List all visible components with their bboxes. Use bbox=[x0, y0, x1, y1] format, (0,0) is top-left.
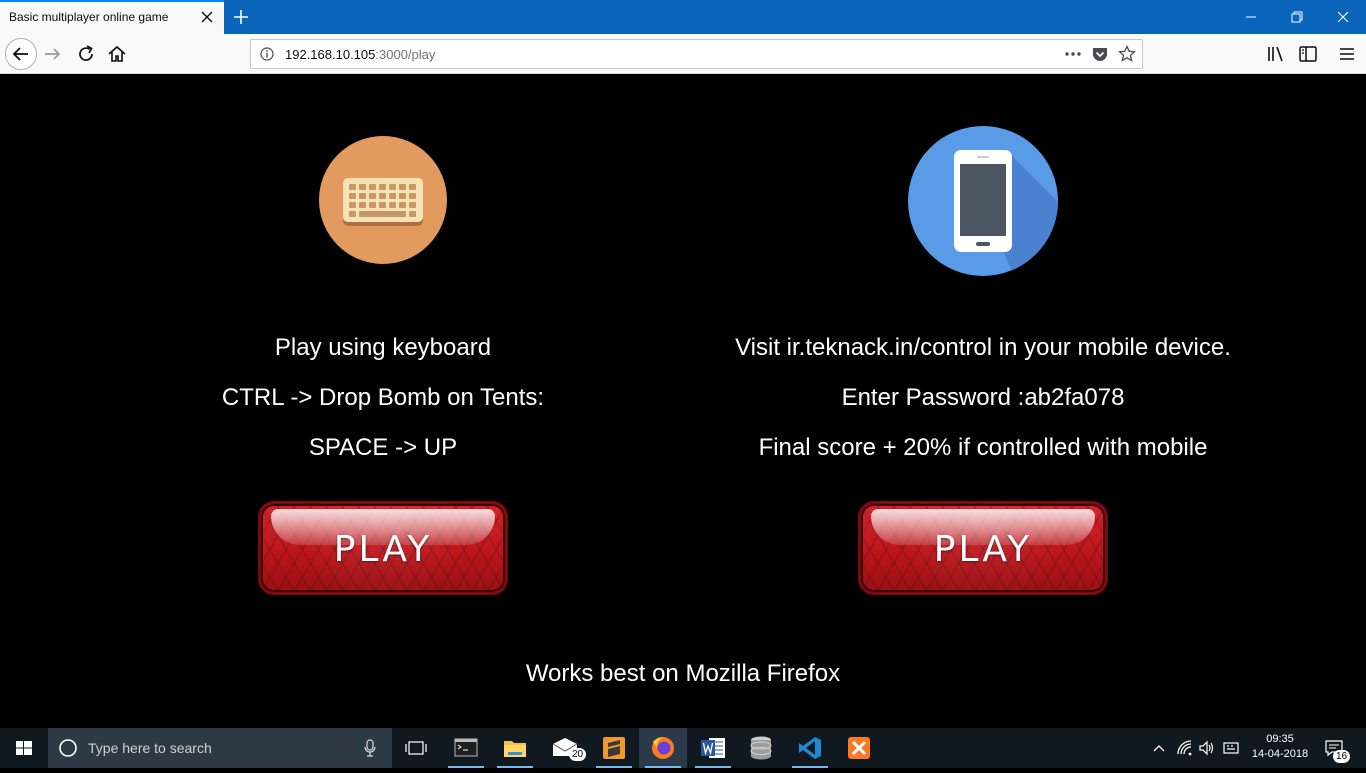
ctrl-instruction: CTRL -> Drop Bomb on Tents: bbox=[221, 384, 545, 411]
play-mobile-button[interactable]: PLAY bbox=[858, 501, 1108, 595]
bookmark-star-icon[interactable] bbox=[1118, 45, 1136, 63]
task-view-button[interactable] bbox=[392, 728, 440, 768]
new-tab-icon[interactable] bbox=[231, 7, 251, 27]
home-icon[interactable] bbox=[105, 42, 129, 66]
mobile-instruction: Visit ir.teknack.in/control in your mobi… bbox=[735, 334, 1231, 361]
sublime-text-icon bbox=[603, 737, 625, 759]
clock-time: 09:35 bbox=[1266, 733, 1294, 745]
close-window-icon[interactable] bbox=[1320, 0, 1366, 34]
wifi-icon[interactable] bbox=[1176, 739, 1194, 757]
page-actions-icon[interactable] bbox=[1063, 47, 1083, 61]
vscode-icon bbox=[799, 737, 821, 759]
url-host: 192.168.10.105 bbox=[285, 47, 376, 62]
chevron-up-icon[interactable] bbox=[1151, 739, 1167, 757]
space-instruction: SPACE -> UP bbox=[308, 434, 458, 461]
back-arrow-icon bbox=[12, 47, 28, 61]
terminal-icon bbox=[454, 738, 478, 757]
mail-badge: 20 bbox=[569, 748, 587, 761]
clock-date: 14-04-2018 bbox=[1251, 748, 1309, 760]
notification-badge: 16 bbox=[1333, 750, 1351, 763]
search-icon bbox=[59, 739, 77, 757]
taskbar-database[interactable] bbox=[737, 728, 785, 768]
play-keyboard-button[interactable]: PLAY bbox=[258, 501, 508, 595]
library-icon[interactable] bbox=[1264, 42, 1288, 66]
browser-titlebar: Basic multiplayer online game bbox=[0, 0, 1366, 34]
keyboard-instruction: Play using keyboard bbox=[274, 334, 492, 361]
system-clock[interactable]: 09:35 14-04-2018 bbox=[1248, 732, 1312, 762]
reload-icon[interactable] bbox=[74, 42, 98, 66]
restore-icon[interactable] bbox=[1274, 0, 1320, 34]
search-placeholder: Type here to search bbox=[88, 740, 212, 756]
start-button[interactable] bbox=[0, 728, 48, 768]
tab-close-icon[interactable] bbox=[198, 8, 216, 26]
taskbar-mail[interactable]: 20 bbox=[541, 728, 589, 768]
firefox-icon bbox=[652, 737, 674, 759]
url-path: :3000/play bbox=[375, 47, 436, 62]
word-icon bbox=[701, 738, 725, 758]
volume-icon[interactable] bbox=[1198, 739, 1216, 757]
browser-tab[interactable]: Basic multiplayer online game bbox=[0, 0, 224, 34]
sidebar-icon[interactable] bbox=[1296, 42, 1320, 66]
mobile-phone-icon bbox=[908, 126, 1058, 276]
xampp-icon bbox=[848, 737, 870, 759]
browser-navbar: 192.168.10.105:3000/play bbox=[0, 34, 1366, 74]
browser-recommendation: Works best on Mozilla Firefox bbox=[525, 660, 841, 687]
taskbar-sublime[interactable] bbox=[590, 728, 638, 768]
minimize-icon[interactable] bbox=[1228, 0, 1274, 34]
taskbar-vscode[interactable] bbox=[786, 728, 834, 768]
input-language-icon[interactable] bbox=[1222, 739, 1240, 757]
info-icon[interactable] bbox=[260, 47, 274, 61]
play-label: PLAY bbox=[333, 529, 433, 570]
back-button[interactable] bbox=[5, 38, 37, 70]
pocket-icon[interactable] bbox=[1091, 46, 1109, 63]
taskbar-terminal[interactable] bbox=[442, 728, 490, 768]
game-page: Play using keyboard CTRL -> Drop Bomb on… bbox=[0, 74, 1366, 728]
keyboard-icon bbox=[319, 136, 447, 264]
taskbar-xampp[interactable] bbox=[835, 728, 883, 768]
windows-logo-icon bbox=[16, 741, 32, 755]
database-icon bbox=[750, 736, 772, 760]
folder-icon bbox=[504, 741, 526, 757]
bonus-text: Final score + 20% if controlled with mob… bbox=[758, 434, 1208, 461]
taskbar-file-explorer[interactable] bbox=[491, 728, 539, 768]
password-text: Enter Password :ab2fa078 bbox=[841, 384, 1125, 411]
menu-icon[interactable] bbox=[1335, 42, 1359, 66]
taskbar-firefox[interactable] bbox=[639, 728, 687, 768]
microphone-icon[interactable] bbox=[364, 739, 376, 757]
taskbar-search[interactable]: Type here to search bbox=[48, 728, 392, 768]
task-view-icon bbox=[405, 741, 427, 755]
forward-arrow-icon[interactable] bbox=[41, 42, 65, 66]
play-label: PLAY bbox=[933, 529, 1033, 570]
url-bar[interactable]: 192.168.10.105:3000/play bbox=[250, 39, 1143, 69]
url-text: 192.168.10.105:3000/play bbox=[285, 47, 435, 62]
taskbar-word[interactable] bbox=[689, 728, 737, 768]
tab-title: Basic multiplayer online game bbox=[9, 10, 169, 24]
taskbar: Type here to search 20 09:35 14-04-2018 … bbox=[0, 728, 1366, 768]
